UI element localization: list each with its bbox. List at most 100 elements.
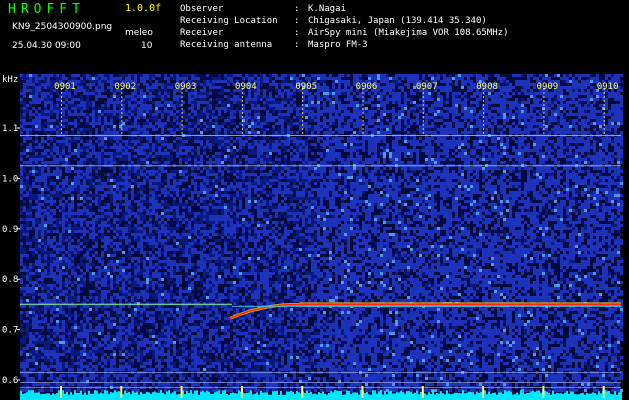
noise-cell [425,146,428,149]
noise-cell [86,173,89,176]
noise-cell [50,137,53,140]
noise-cell [557,92,560,95]
noise-cell [23,152,26,155]
noise-cell [428,158,431,161]
noise-cell [521,101,524,104]
noise-cell [392,155,395,158]
noise-cell [227,167,230,170]
noise-cell [572,113,575,116]
noise-cell [503,143,506,146]
noise-cell [617,74,620,77]
noise-cell [527,113,530,116]
noise-cell [278,158,281,161]
noise-cell [470,101,473,104]
noise-cell [383,92,386,95]
noise-cell [110,83,113,86]
noise-cell [290,176,293,179]
noise-cell [527,86,530,89]
noise-cell [179,104,182,107]
noise-cell [47,110,50,113]
noise-cell [359,107,362,110]
noise-cell [125,101,128,104]
noise-cell [71,101,74,104]
noise-cell [581,146,584,149]
noise-cell [467,98,470,101]
noise-cell [245,128,248,131]
noise-cell [311,179,314,182]
noise-cell [83,86,86,89]
noise-cell [443,152,446,155]
noise-cell [32,92,35,95]
noise-cell [572,89,575,92]
noise-cell [401,161,404,164]
noise-cell [221,140,224,143]
noise-cell [215,152,218,155]
noise-cell [509,158,512,161]
noise-cell [356,140,359,143]
noise-cell [92,146,95,149]
noise-cell [527,125,530,128]
noise-cell [227,137,230,140]
noise-cell [527,122,530,125]
noise-cell [215,137,218,140]
noise-cell [101,113,104,116]
noise-cell [347,176,350,179]
noise-cell [446,89,449,92]
noise-cell [110,86,113,89]
noise-cell [221,86,224,89]
noise-cell [605,107,608,110]
noise-cell [35,128,38,131]
noise-cell [212,113,215,116]
noise-cell [467,110,470,113]
noise-cell [239,104,242,107]
noise-cell [146,119,149,122]
noise-cell [578,98,581,101]
noise-cell [590,95,593,98]
noise-cell [560,107,563,110]
noise-cell [284,167,287,170]
noise-cell [38,143,41,146]
noise-cell [308,176,311,179]
noise-cell [179,140,182,143]
noise-cell [359,77,362,80]
noise-cell [608,122,611,125]
noise-cell [386,86,389,89]
noise-cell [581,83,584,86]
noise-cell [218,167,221,170]
noise-cell [548,131,551,134]
noise-cell [140,173,143,176]
noise-cell [539,137,542,140]
noise-cell [599,110,602,113]
noise-cell [287,173,290,176]
noise-cell [566,158,569,161]
noise-cell [191,74,194,77]
noise-cell [179,125,182,128]
noise-cell [332,83,335,86]
noise-cell [179,101,182,104]
noise-cell [551,158,554,161]
noise-cell [242,179,245,182]
noise-cell [341,131,344,134]
noise-cell [272,167,275,170]
noise-cell [386,74,389,77]
noise-cell [131,146,134,149]
noise-cell [47,173,50,176]
noise-cell [104,101,107,104]
noise-cell [524,89,527,92]
noise-cell [284,146,287,149]
noise-cell [605,155,608,158]
noise-cell [233,101,236,104]
noise-cell [503,107,506,110]
noise-cell [464,83,467,86]
noise-cell [83,131,86,134]
noise-cell [26,137,29,140]
noise-cell [329,146,332,149]
noise-cell [68,161,71,164]
noise-cell [413,107,416,110]
noise-cell [557,143,560,146]
noise-cell [356,161,359,164]
noise-cell [467,89,470,92]
noise-cell [20,167,23,170]
noise-cell [422,143,425,146]
noise-cell [200,158,203,161]
